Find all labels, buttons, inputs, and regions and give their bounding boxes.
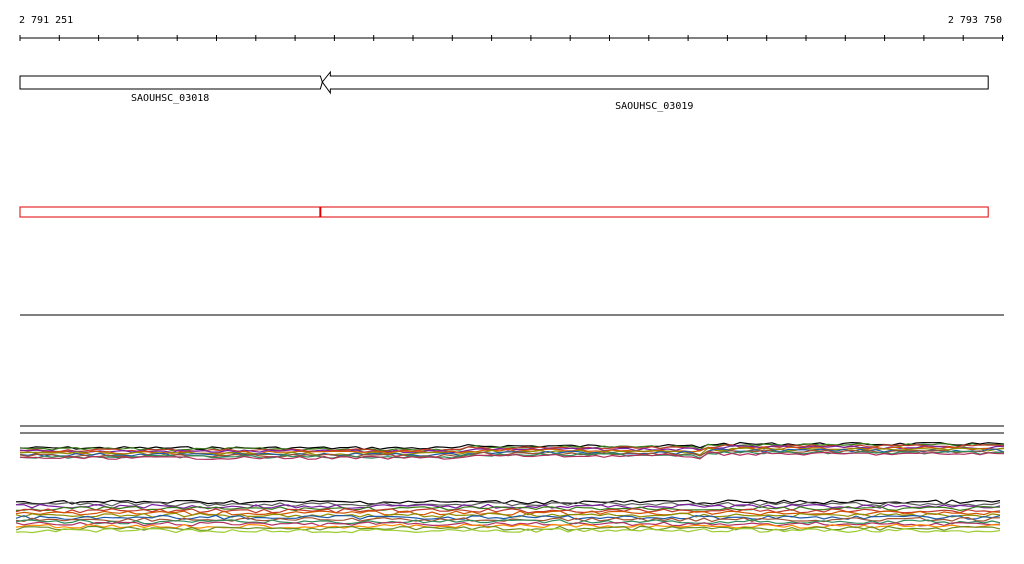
gene-arrow: [19, 75, 323, 90]
coverage-track-1: [19, 441, 1005, 461]
selection-track: [19, 206, 989, 218]
selection-box: [19, 206, 989, 218]
ruler-start-label: 2 791 251: [19, 15, 73, 26]
gene-arrow: [321, 70, 989, 95]
coverage-track-2: [15, 499, 1001, 534]
gene-label: SAOUHSC_03019: [615, 101, 693, 112]
genome-browser-view: 2 791 251 2 793 750 SAOUHSC_03018 SAOUHSC…: [0, 0, 1024, 559]
separator-lines: [20, 314, 1004, 434]
ruler-end-label: 2 793 750: [948, 15, 1002, 26]
genome-track-canvas: 2 791 251 2 793 750 SAOUHSC_03018SAOUHSC…: [15, 15, 1005, 534]
coordinate-ruler: [19, 35, 1004, 41]
gene-track: SAOUHSC_03018 SAOUHSC_03019: [19, 70, 989, 112]
gene-label: SAOUHSC_03018: [131, 93, 209, 104]
